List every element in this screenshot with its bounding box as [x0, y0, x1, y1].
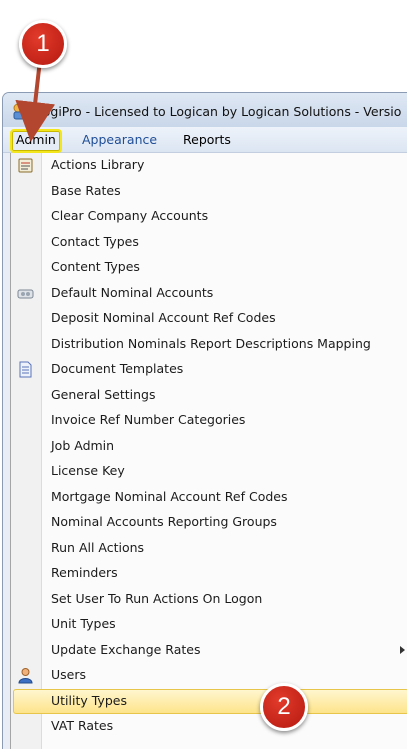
menu-item-unit-types[interactable]: Unit Types [11, 612, 407, 637]
menu-item-general-settings[interactable]: General Settings [11, 383, 407, 408]
menu-item-content-types[interactable]: Content Types [11, 255, 407, 280]
menu-item-distribution-nominals-report[interactable]: Distribution Nominals Report Description… [11, 332, 407, 357]
menu-admin[interactable]: Admin [10, 129, 62, 153]
submenu-arrow-icon [400, 645, 405, 654]
menu-item-utility-types[interactable]: Utility Types [13, 688, 407, 714]
menu-item-label: Deposit Nominal Account Ref Codes [51, 310, 276, 325]
title-bar: LogiPro - Licensed to Logican by Logican… [3, 93, 407, 127]
app-window: LogiPro - Licensed to Logican by Logican… [2, 92, 407, 749]
menu-item-clear-company-accounts[interactable]: Clear Company Accounts [11, 204, 407, 229]
menu-item-label: VAT Rates [51, 718, 114, 733]
menu-item-label: Reminders [51, 565, 118, 580]
menu-item-reminders[interactable]: Reminders [11, 561, 407, 586]
menu-item-label: Content Types [51, 259, 140, 274]
actions-library-icon [18, 158, 33, 173]
document-icon [19, 361, 32, 378]
menu-item-label: Users [51, 667, 87, 682]
menu-item-license-key[interactable]: License Key [11, 459, 407, 484]
menu-item-label: Default Nominal Accounts [51, 284, 214, 300]
menu-item-actions-library[interactable]: Actions Library [11, 153, 407, 178]
menu-item-label: Utility Types [51, 692, 127, 708]
menu-item-label: Actions Library [51, 157, 145, 172]
menu-reports[interactable]: Reports [177, 131, 237, 149]
nominal-accounts-icon [17, 289, 34, 298]
menu-item-job-admin[interactable]: Job Admin [11, 434, 407, 459]
step-badge-1: 1 [19, 20, 67, 68]
menu-item-label: Job Admin [51, 437, 115, 453]
menu-item-set-user-to-run-actions[interactable]: Set User To Run Actions On Logon [11, 587, 407, 612]
user-icon [18, 668, 33, 684]
menu-item-label: Document Templates [51, 361, 184, 376]
app-logo-icon [13, 103, 31, 120]
menu-bar: Admin Appearance Reports [3, 127, 407, 153]
menu-item-vat-rates[interactable]: VAT Rates [11, 714, 407, 739]
menu-item-label: Run All Actions [51, 539, 145, 555]
menu-appearance[interactable]: Appearance [76, 131, 163, 149]
menu-item-run-all-actions[interactable]: Run All Actions [11, 536, 407, 561]
menu-item-label: Invoice Ref Number Categories [51, 412, 246, 427]
menu-item-invoice-ref-number-categories[interactable]: Invoice Ref Number Categories [11, 408, 407, 433]
menu-item-label: Clear Company Accounts [51, 208, 209, 223]
window-title: LogiPro - Licensed to Logican by Logican… [36, 104, 402, 119]
menu-item-label: Nominal Accounts Reporting Groups [51, 514, 277, 529]
menu-item-label: License Key [51, 463, 125, 478]
menu-item-document-templates[interactable]: Document Templates [11, 357, 407, 382]
step-badge-2: 2 [260, 683, 308, 731]
menu-item-label: Contact Types [51, 233, 139, 249]
menu-item-label: General Settings [51, 386, 156, 402]
menu-item-label: Update Exchange Rates [51, 641, 201, 657]
menu-item-label: Set User To Run Actions On Logon [51, 590, 263, 606]
menu-item-label: Mortgage Nominal Account Ref Codes [51, 488, 288, 504]
menu-item-label: Unit Types [51, 616, 116, 631]
menu-item-users[interactable]: Users [11, 663, 407, 688]
menu-item-default-nominal-accounts[interactable]: Default Nominal Accounts [11, 281, 407, 306]
menu-item-contact-types[interactable]: Contact Types [11, 230, 407, 255]
admin-dropdown-menu: Actions Library Base Rates Clear Company… [10, 153, 407, 749]
menu-item-update-exchange-rates[interactable]: Update Exchange Rates [11, 638, 407, 663]
menu-item-deposit-nominal-account-ref-codes[interactable]: Deposit Nominal Account Ref Codes [11, 306, 407, 331]
menu-item-mortgage-nominal-account-ref-codes[interactable]: Mortgage Nominal Account Ref Codes [11, 485, 407, 510]
menu-item-nominal-accounts-reporting-groups[interactable]: Nominal Accounts Reporting Groups [11, 510, 407, 535]
menu-item-label: Distribution Nominals Report Description… [51, 335, 371, 351]
menu-item-label: Base Rates [51, 182, 121, 198]
menu-item-base-rates[interactable]: Base Rates [11, 179, 407, 204]
